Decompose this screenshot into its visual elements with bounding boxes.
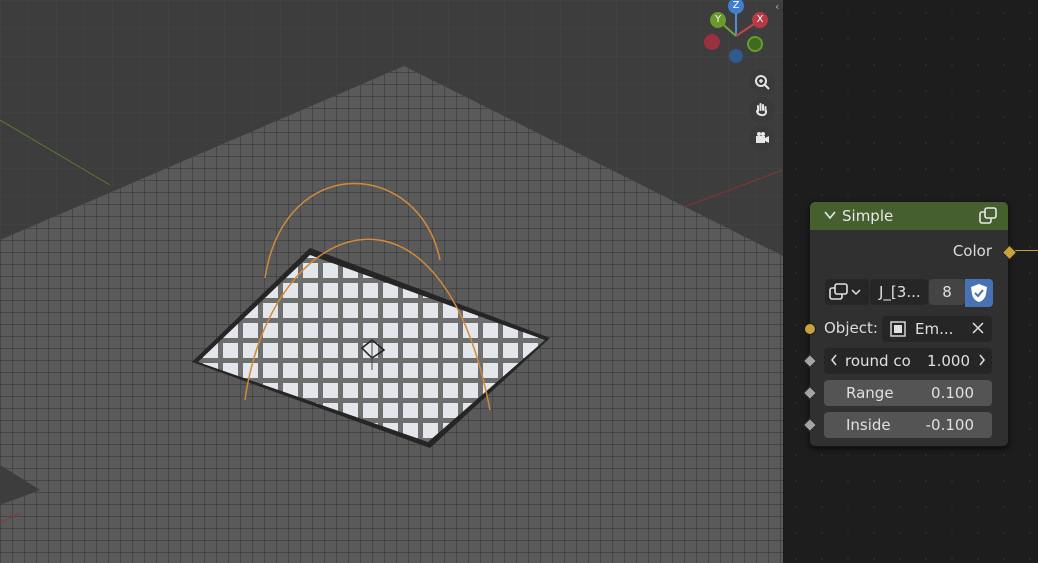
users-count-text: 8 xyxy=(942,283,952,301)
object-input-socket[interactable] xyxy=(804,323,816,335)
round-input-socket[interactable] xyxy=(802,353,818,369)
node-title: Simple xyxy=(842,207,894,225)
round-label: round co xyxy=(845,352,911,370)
inside-field[interactable]: Inside -0.100 xyxy=(824,412,992,438)
hand-pan-icon[interactable] xyxy=(749,97,775,123)
image-name-field[interactable]: J_[3... xyxy=(870,279,928,305)
viewport-scene xyxy=(0,0,783,563)
image-users-count[interactable]: 8 xyxy=(929,279,965,305)
object-value-text: Em... xyxy=(915,320,954,338)
round-value: 1.000 xyxy=(927,352,970,370)
collapse-arrow-icon[interactable]: ‹ xyxy=(775,0,779,13)
round-field[interactable]: round co 1.000 xyxy=(824,348,992,374)
range-field[interactable]: Range 0.100 xyxy=(824,380,992,406)
zoom-icon[interactable] xyxy=(749,69,775,95)
gizmo-neg-z-axis[interactable] xyxy=(729,49,743,63)
range-input-socket[interactable] xyxy=(802,385,818,401)
fake-user-shield-icon[interactable] xyxy=(965,279,993,307)
gizmo-neg-x-axis[interactable] xyxy=(704,34,720,50)
navigation-gizmo[interactable]: Z Y X xyxy=(700,0,780,70)
simple-node[interactable]: Simple Color J_[3... 8 Object: Em... rou… xyxy=(802,201,1018,447)
decrement-arrow-icon[interactable] xyxy=(830,352,838,370)
object-field[interactable]: Em... xyxy=(882,316,992,342)
3d-viewport[interactable]: Z Y X ‹ xyxy=(0,0,783,563)
gizmo-x-axis[interactable]: X xyxy=(752,12,768,28)
inside-value: -0.100 xyxy=(925,416,974,434)
node-header[interactable]: Simple xyxy=(810,202,1008,230)
camera-icon[interactable] xyxy=(749,125,775,151)
image-name-text: J_[3... xyxy=(879,283,921,301)
gizmo-y-axis[interactable]: Y xyxy=(710,12,726,28)
node-editor[interactable]: Simple Color J_[3... 8 Object: Em... rou… xyxy=(783,0,1038,563)
clear-object-icon[interactable] xyxy=(972,320,984,338)
inside-label: Inside xyxy=(846,416,891,434)
collapse-chevron-icon[interactable] xyxy=(824,209,836,224)
inside-input-socket[interactable] xyxy=(802,417,818,433)
color-output-label: Color xyxy=(952,242,992,260)
range-label: Range xyxy=(846,384,894,402)
node-group-icon[interactable] xyxy=(978,207,998,229)
range-value: 0.100 xyxy=(931,384,974,402)
increment-arrow-icon[interactable] xyxy=(978,352,986,370)
gizmo-neg-y-axis[interactable] xyxy=(747,36,763,52)
image-browse-button[interactable] xyxy=(825,279,869,305)
object-label: Object: xyxy=(824,319,878,337)
